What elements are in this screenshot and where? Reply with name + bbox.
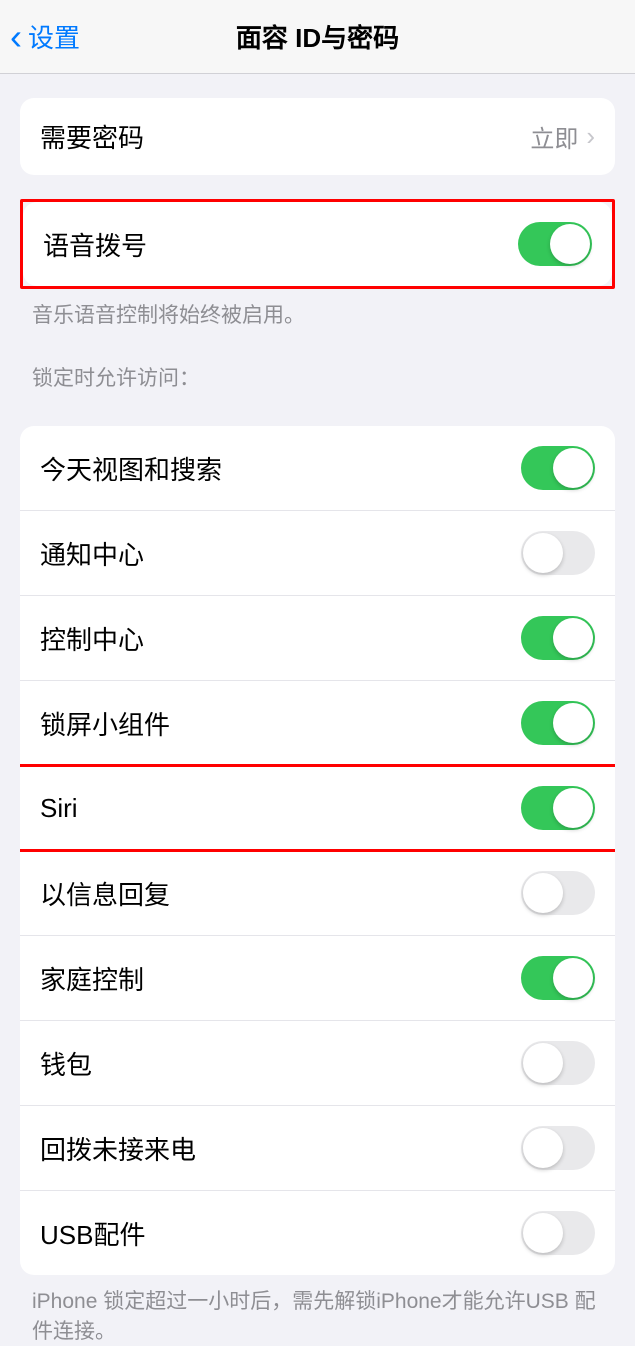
voice-dial-footer: 音乐语音控制将始终被启用。 (0, 289, 635, 330)
lock-item-row: USB配件 (20, 1191, 615, 1275)
voice-dial-row: 语音拨号 (23, 202, 612, 286)
back-button[interactable]: ‹ 设置 (10, 18, 80, 55)
lock-item-label: 控制中心 (40, 620, 144, 657)
back-label: 设置 (28, 18, 80, 55)
lock-item-label: Siri (40, 793, 78, 824)
toggle-knob (553, 788, 593, 828)
lock-item-row: 回拨未接来电 (20, 1106, 615, 1191)
lock-item-row: 家庭控制 (20, 936, 615, 1021)
toggle-knob (553, 703, 593, 743)
lock-item-row: 控制中心 (20, 596, 615, 681)
lock-access-section: 今天视图和搜索通知中心控制中心锁屏小组件 Siri 以信息回复家庭控制钱包回拨未接来… (20, 426, 615, 1275)
lock-item-toggle[interactable] (521, 871, 595, 915)
require-passcode-value: 立即 (530, 119, 578, 154)
lock-item-label: 通知中心 (40, 535, 144, 572)
content-area: 需要密码 立即 › 语音拨号 音乐语音控制将始终被启用。 锁定时允许访问： 今天… (0, 98, 635, 1346)
lock-item-label: 回拨未接来电 (40, 1130, 196, 1167)
lock-item-row: Siri (20, 766, 615, 851)
lock-item-toggle[interactable] (521, 1211, 595, 1255)
chevron-right-icon: › (586, 121, 595, 152)
lock-access-footer: iPhone 锁定超过一小时后，需先解锁iPhone才能允许USB 配件连接。 (0, 1275, 635, 1346)
lock-item-row: 通知中心 (20, 511, 615, 596)
voice-dial-toggle[interactable] (518, 222, 592, 266)
navigation-bar: ‹ 设置 面容 ID与密码 (0, 0, 635, 74)
require-passcode-row[interactable]: 需要密码 立即 › (20, 98, 615, 175)
toggle-knob (553, 448, 593, 488)
lock-item-label: 今天视图和搜索 (40, 450, 222, 487)
voice-dial-label: 语音拨号 (43, 226, 147, 263)
lock-access-header: 锁定时允许访问： (0, 330, 635, 402)
lock-item-row: 钱包 (20, 1021, 615, 1106)
toggle-knob (523, 1213, 563, 1253)
chevron-left-icon: ‹ (10, 19, 22, 55)
voice-dial-highlight: 语音拨号 (20, 199, 615, 289)
require-passcode-right: 立即 › (530, 119, 595, 154)
lock-item-label: 锁屏小组件 (40, 705, 170, 742)
voice-dial-section: 语音拨号 (23, 202, 612, 286)
lock-item-toggle[interactable] (521, 1126, 595, 1170)
toggle-knob (553, 618, 593, 658)
lock-item-toggle[interactable] (521, 701, 595, 745)
require-passcode-section: 需要密码 立即 › (20, 98, 615, 175)
toggle-knob (523, 1043, 563, 1083)
toggle-knob (553, 958, 593, 998)
lock-item-label: 家庭控制 (40, 960, 144, 997)
lock-item-row: 以信息回复 (20, 851, 615, 936)
lock-item-toggle[interactable] (521, 786, 595, 830)
toggle-knob (523, 873, 563, 913)
toggle-knob (523, 533, 563, 573)
lock-item-label: USB配件 (40, 1215, 145, 1252)
lock-item-toggle[interactable] (521, 1041, 595, 1085)
require-passcode-label: 需要密码 (40, 118, 144, 155)
lock-item-toggle[interactable] (521, 531, 595, 575)
toggle-knob (550, 224, 590, 264)
lock-item-label: 以信息回复 (40, 875, 170, 912)
lock-item-label: 钱包 (40, 1045, 92, 1082)
lock-item-toggle[interactable] (521, 616, 595, 660)
lock-item-toggle[interactable] (521, 956, 595, 1000)
page-title: 面容 ID与密码 (236, 18, 399, 55)
lock-item-row: 锁屏小组件 (20, 681, 615, 766)
lock-item-toggle[interactable] (521, 446, 595, 490)
toggle-knob (523, 1128, 563, 1168)
lock-item-row: 今天视图和搜索 (20, 426, 615, 511)
